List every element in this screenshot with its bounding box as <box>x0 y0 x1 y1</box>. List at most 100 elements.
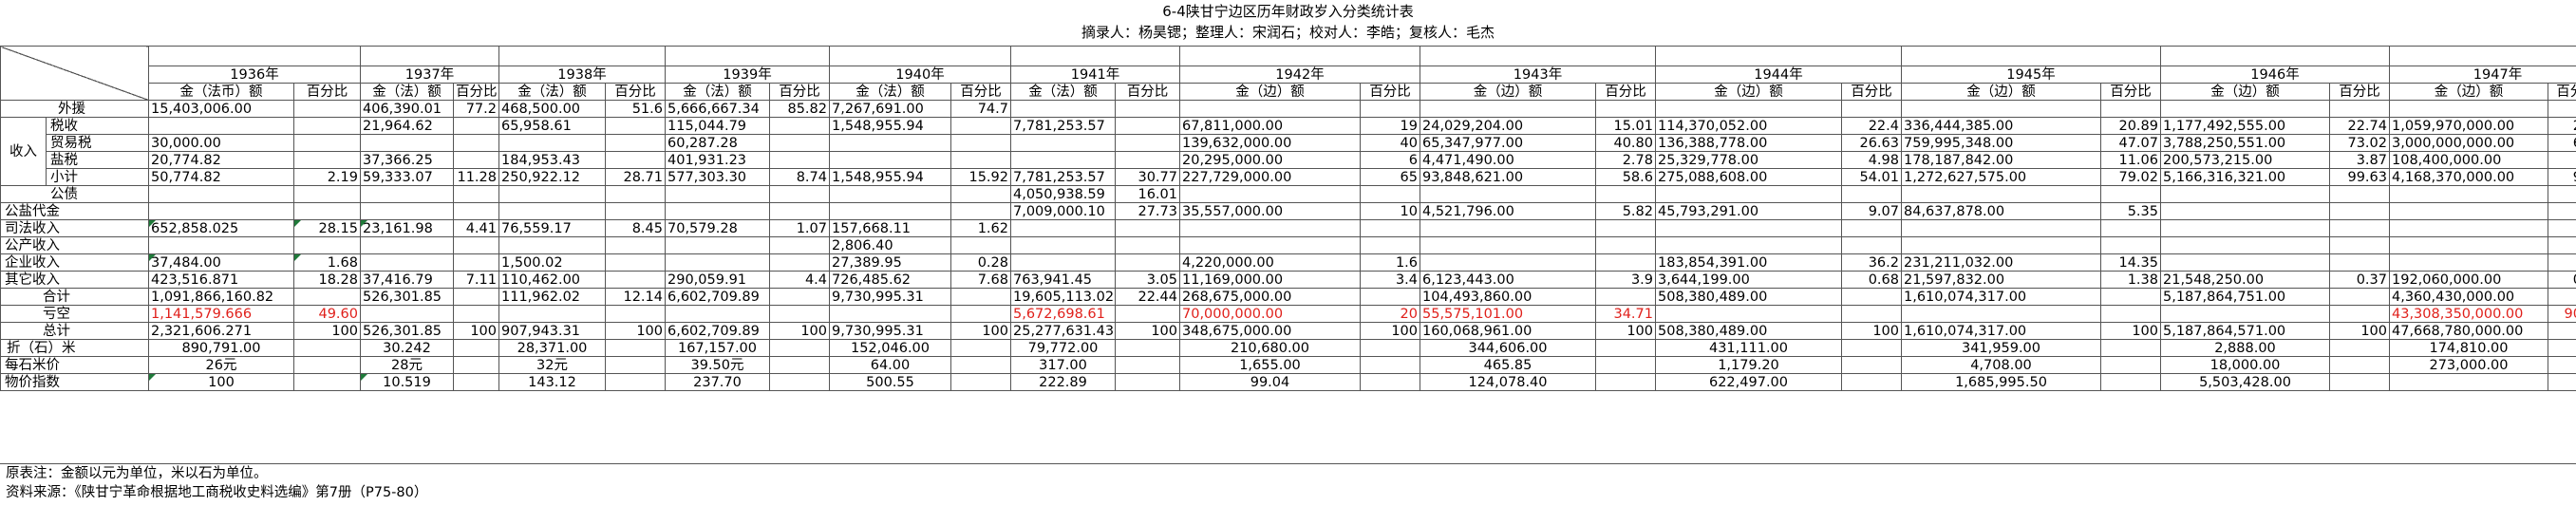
percent-cell[interactable] <box>1115 373 1180 391</box>
percent-header-cell[interactable]: 百分比 <box>1595 83 1656 101</box>
percent-cell[interactable]: 100 <box>2548 322 2576 340</box>
percent-cell[interactable]: 0.2 <box>2548 151 2576 169</box>
percent-cell[interactable]: 2.78 <box>1595 151 1656 169</box>
amount-cell[interactable]: 5,187,864,751.00 <box>2160 288 2330 306</box>
percent-cell[interactable] <box>293 185 361 203</box>
percent-cell[interactable] <box>1115 151 1180 169</box>
amount-cell[interactable]: 67,811,000.00 <box>1179 117 1361 135</box>
percent-cell[interactable]: 2.24 <box>2548 117 2576 135</box>
blank-cell[interactable] <box>1420 46 1656 66</box>
amount-cell[interactable]: 2,888.00 <box>2160 339 2330 357</box>
percent-header-cell[interactable]: 百分比 <box>2329 83 2390 101</box>
amount-cell[interactable] <box>1179 219 1361 237</box>
amount-cell[interactable]: 210,680.00 <box>1179 339 1361 357</box>
percent-cell[interactable] <box>1841 236 1902 254</box>
amount-cell[interactable]: 401,931.23 <box>665 151 770 169</box>
amount-cell[interactable]: 192,060,000.00 <box>2389 271 2548 289</box>
percent-cell[interactable] <box>2329 339 2390 357</box>
amount-cell[interactable] <box>2160 253 2330 272</box>
amount-cell[interactable]: 4,708.00 <box>1901 356 2101 374</box>
percent-cell[interactable] <box>2548 185 2576 203</box>
percent-cell[interactable]: 15.92 <box>950 168 1011 186</box>
percent-cell[interactable] <box>605 356 666 374</box>
percent-cell[interactable]: 9.38 <box>2548 168 2576 186</box>
amount-cell[interactable] <box>1655 185 1842 203</box>
percent-cell[interactable]: 100 <box>1595 322 1656 340</box>
percent-cell[interactable] <box>2100 305 2161 323</box>
blank-cell[interactable] <box>498 46 666 66</box>
percent-cell[interactable] <box>2548 236 2576 254</box>
amount-cell[interactable]: 25,329,778.00 <box>1655 151 1842 169</box>
percent-cell[interactable]: 3.87 <box>2329 151 2390 169</box>
percent-cell[interactable] <box>769 134 830 152</box>
amount-cell[interactable]: 21,548,250.00 <box>2160 271 2330 289</box>
amount-cell[interactable] <box>2160 305 2330 323</box>
row-label[interactable]: 每石米价 <box>0 356 149 374</box>
amount-header-cell[interactable]: 金（法）额 <box>360 83 454 101</box>
percent-cell[interactable] <box>1360 339 1420 357</box>
percent-cell[interactable] <box>605 339 666 357</box>
row-label[interactable]: 其它收入 <box>0 271 149 289</box>
amount-cell[interactable] <box>1655 305 1842 323</box>
amount-cell[interactable]: 104,493,860.00 <box>1420 288 1596 306</box>
blank-cell[interactable] <box>665 46 830 66</box>
amount-cell[interactable]: 111,962.02 <box>498 288 606 306</box>
amount-cell[interactable] <box>1179 100 1361 118</box>
row-label[interactable]: 公债 <box>0 185 149 203</box>
blank-cell[interactable] <box>2160 46 2390 66</box>
amount-cell[interactable]: 28,371.00 <box>498 339 606 357</box>
year-header-cell[interactable]: 1943年 <box>1420 66 1656 84</box>
percent-cell[interactable] <box>1115 356 1180 374</box>
percent-cell[interactable] <box>950 288 1011 306</box>
percent-cell[interactable] <box>1595 373 1656 391</box>
percent-cell[interactable] <box>2548 339 2576 357</box>
percent-cell[interactable] <box>2329 356 2390 374</box>
amount-cell[interactable]: 275,088,608.00 <box>1655 168 1842 186</box>
percent-cell[interactable]: 7.68 <box>950 271 1011 289</box>
percent-cell[interactable] <box>1841 339 1902 357</box>
amount-cell[interactable]: 24,029,204.00 <box>1420 117 1596 135</box>
percent-cell[interactable] <box>1841 100 1902 118</box>
amount-cell[interactable]: 3,644,199.00 <box>1655 271 1842 289</box>
percent-cell[interactable] <box>769 356 830 374</box>
amount-header-cell[interactable]: 金（法）额 <box>829 83 951 101</box>
amount-cell[interactable]: 907,943.31 <box>498 322 606 340</box>
percent-cell[interactable]: 12.14 <box>605 288 666 306</box>
row-label[interactable]: 企业收入 <box>0 253 149 272</box>
year-header-cell[interactable]: 1940年 <box>829 66 1011 84</box>
amount-cell[interactable]: 18,000.00 <box>2160 356 2330 374</box>
row-label[interactable]: 盐税 <box>46 151 149 169</box>
percent-cell[interactable]: 20 <box>1360 305 1420 323</box>
amount-cell[interactable]: 184,953.43 <box>498 151 606 169</box>
percent-cell[interactable] <box>769 373 830 391</box>
amount-cell[interactable]: 157,668.11 <box>829 219 951 237</box>
amount-cell[interactable] <box>829 134 951 152</box>
amount-header-cell[interactable]: 金（边）额 <box>2389 83 2548 101</box>
amount-cell[interactable]: 336,444,385.00 <box>1901 117 2101 135</box>
percent-cell[interactable]: 100 <box>950 322 1011 340</box>
amount-cell[interactable]: 4,360,430,000.00 <box>2389 288 2548 306</box>
percent-header-cell[interactable]: 百分比 <box>1115 83 1180 101</box>
amount-cell[interactable]: 4,521,796.00 <box>1420 202 1596 220</box>
amount-cell[interactable]: 2,806.40 <box>829 236 951 254</box>
percent-cell[interactable] <box>2100 288 2161 306</box>
amount-cell[interactable]: 1,272,627,575.00 <box>1901 168 2101 186</box>
percent-cell[interactable]: 15.01 <box>1595 117 1656 135</box>
percent-cell[interactable] <box>1595 339 1656 357</box>
amount-cell[interactable]: 317.00 <box>1010 356 1116 374</box>
amount-cell[interactable]: 4,220,000.00 <box>1179 253 1361 272</box>
amount-cell[interactable] <box>2160 100 2330 118</box>
amount-header-cell[interactable]: 金（法）额 <box>665 83 770 101</box>
amount-cell[interactable]: 20,774.82 <box>148 151 294 169</box>
amount-cell[interactable] <box>360 236 454 254</box>
percent-cell[interactable] <box>605 271 666 289</box>
percent-cell[interactable]: 11.28 <box>453 168 499 186</box>
percent-cell[interactable]: 73.02 <box>2329 134 2390 152</box>
percent-cell[interactable] <box>1115 339 1180 357</box>
percent-cell[interactable] <box>769 202 830 220</box>
amount-cell[interactable]: 431,111.00 <box>1655 339 1842 357</box>
percent-cell[interactable] <box>453 117 499 135</box>
amount-header-cell[interactable]: 金（边）额 <box>1420 83 1596 101</box>
percent-cell[interactable] <box>1115 305 1180 323</box>
amount-cell[interactable]: 1,685,995.50 <box>1901 373 2101 391</box>
